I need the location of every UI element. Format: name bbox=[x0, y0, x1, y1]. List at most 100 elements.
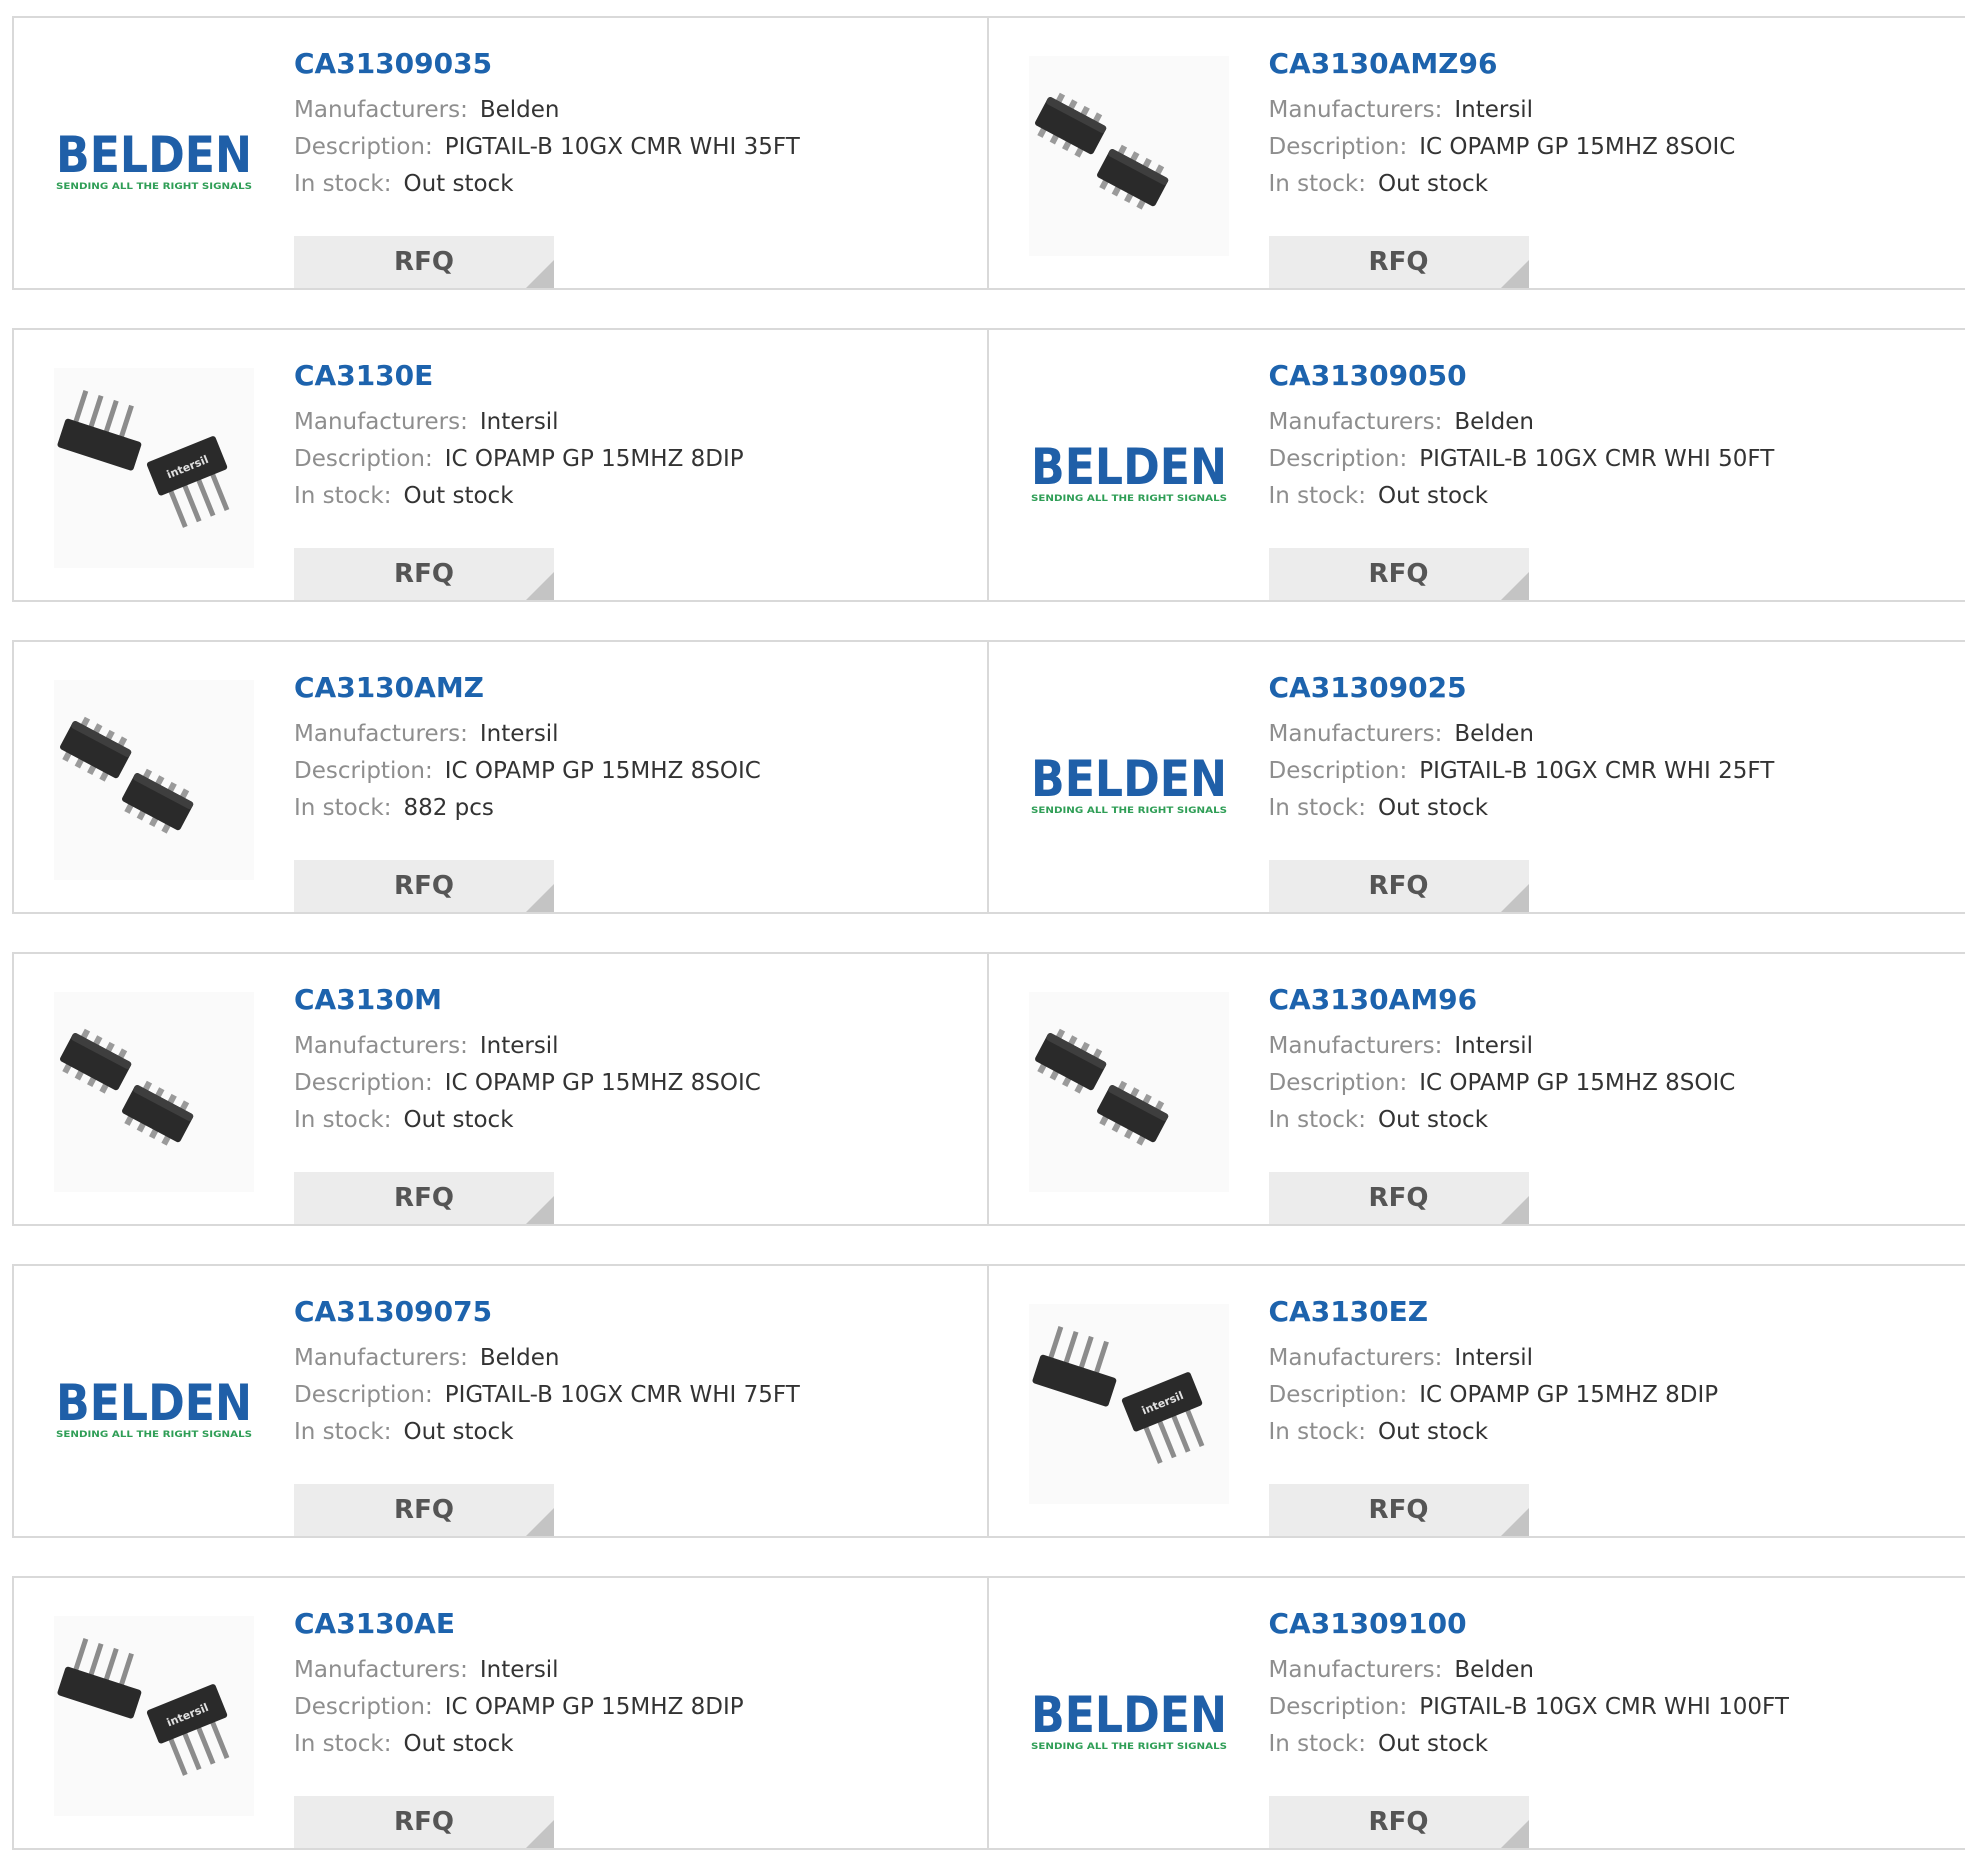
soic-chip-image[interactable] bbox=[54, 680, 254, 880]
manufacturer-line: Manufacturers: Belden bbox=[294, 1340, 967, 1377]
description-label: Description: bbox=[294, 1382, 433, 1408]
stock-value: Out stock bbox=[1378, 171, 1488, 197]
belden-logo-image[interactable]: BELDENSENDING ALL THE RIGHT SIGNALS bbox=[54, 1304, 254, 1504]
manufacturer-line: Manufacturers:Belden bbox=[1269, 1652, 1946, 1689]
product-info: CA3130EZManufacturers:Intersil Descriptio… bbox=[1269, 1294, 1946, 1451]
belden-logo-image[interactable]: BELDENSENDING ALL THE RIGHT SIGNALS bbox=[1029, 680, 1229, 880]
product-info: CA3130AMZManufacturers:IntersilDescripti… bbox=[294, 670, 967, 827]
description-line: Description:PIGTAIL-B 10GX CMR WHI 75FT bbox=[294, 1377, 967, 1414]
product-row: BELDENSENDING ALL THE RIGHT SIGNALS CA313… bbox=[12, 1264, 1965, 1538]
manufacturer-value: Belden bbox=[1454, 409, 1534, 435]
product-card: BELDENSENDING ALL THE RIGHT SIGNALS CA313… bbox=[989, 330, 1965, 600]
manufacturer-value: Intersil bbox=[480, 721, 559, 747]
stock-line: In stock:Out stock bbox=[294, 1414, 967, 1451]
product-info: CA31309025Manufacturers:Belden Descriptio… bbox=[1269, 670, 1946, 827]
product-row: intersilCA3130EManufacturers:IntersilDes… bbox=[12, 328, 1965, 602]
description-label: Description: bbox=[294, 758, 433, 784]
belden-logo-image[interactable]: BELDENSENDING ALL THE RIGHT SIGNALS bbox=[54, 56, 254, 256]
rfq-button[interactable]: RFQ bbox=[294, 1172, 554, 1224]
stock-value: Out stock bbox=[1378, 483, 1488, 509]
manufacturer-value: Belden bbox=[480, 1345, 560, 1371]
rfq-button[interactable]: RFQ bbox=[294, 1484, 554, 1536]
part-number-link[interactable]: CA3130AMZ bbox=[294, 670, 967, 716]
manufacturer-value: Intersil bbox=[1454, 1033, 1533, 1059]
description-value: IC OPAMP GP 15MHZ 8SOIC bbox=[1419, 1070, 1735, 1096]
rfq-button[interactable]: RFQ bbox=[294, 1796, 554, 1848]
part-number-link[interactable]: CA3130EZ bbox=[1269, 1294, 1946, 1340]
corner-triangle-icon bbox=[1501, 260, 1529, 288]
soic-chip-image[interactable] bbox=[1029, 992, 1229, 1192]
stock-value: Out stock bbox=[403, 1731, 513, 1757]
manufacturers-label: Manufacturers: bbox=[294, 409, 468, 435]
manufacturers-label: Manufacturers: bbox=[1269, 1033, 1443, 1059]
dip-chip-image[interactable]: intersil bbox=[54, 368, 254, 568]
product-card: intersil CA3130EZManufacturers:Intersil De… bbox=[989, 1266, 1965, 1536]
part-number-link[interactable]: CA31309035 bbox=[294, 46, 967, 92]
description-label: Description: bbox=[1269, 1694, 1408, 1720]
belden-wordmark: BELDEN bbox=[56, 126, 252, 184]
product-info: CA31309100Manufacturers:Belden Descriptio… bbox=[1269, 1606, 1946, 1763]
soic-chip-image[interactable] bbox=[54, 992, 254, 1192]
stock-value: Out stock bbox=[1378, 1107, 1488, 1133]
manufacturer-line: Manufacturers:Intersil bbox=[1269, 1340, 1946, 1377]
stock-line: In stock:Out stock bbox=[1269, 166, 1946, 203]
manufacturers-label: Manufacturers: bbox=[1269, 409, 1443, 435]
corner-triangle-icon bbox=[526, 1508, 554, 1536]
description-value: IC OPAMP GP 15MHZ 8SOIC bbox=[445, 758, 761, 784]
rfq-button[interactable]: RFQ bbox=[294, 548, 554, 600]
manufacturer-value: Belden bbox=[480, 97, 560, 123]
part-number-link[interactable]: CA31309050 bbox=[1269, 358, 1946, 404]
rfq-button[interactable]: RFQ bbox=[1269, 860, 1529, 912]
stock-label: In stock: bbox=[294, 171, 391, 197]
rfq-button[interactable]: RFQ bbox=[1269, 1484, 1529, 1536]
part-number-link[interactable]: CA31309075 bbox=[294, 1294, 967, 1340]
manufacturer-value: Intersil bbox=[1454, 1345, 1533, 1371]
rfq-button[interactable]: RFQ bbox=[1269, 548, 1529, 600]
part-number-link[interactable]: CA3130AMZ96 bbox=[1269, 46, 1946, 92]
belden-tagline: SENDING ALL THE RIGHT SIGNALS bbox=[1031, 1742, 1227, 1752]
rfq-label: RFQ bbox=[394, 1183, 454, 1213]
corner-triangle-icon bbox=[526, 260, 554, 288]
manufacturer-value: Intersil bbox=[480, 1657, 559, 1683]
rfq-label: RFQ bbox=[1369, 1495, 1429, 1525]
belden-tagline: SENDING ALL THE RIGHT SIGNALS bbox=[1031, 806, 1227, 816]
stock-line: In stock: Out stock bbox=[294, 1726, 967, 1763]
belden-tagline: SENDING ALL THE RIGHT SIGNALS bbox=[1031, 494, 1227, 504]
manufacturers-label: Manufacturers: bbox=[294, 97, 468, 123]
part-number-link[interactable]: CA3130E bbox=[294, 358, 967, 404]
stock-label: In stock: bbox=[294, 1731, 391, 1757]
manufacturer-value: Intersil bbox=[480, 1033, 559, 1059]
description-line: Description:IC OPAMP GP 15MHZ 8DIP bbox=[294, 441, 967, 478]
belden-logo-image[interactable]: BELDENSENDING ALL THE RIGHT SIGNALS bbox=[1029, 368, 1229, 568]
description-label: Description: bbox=[1269, 1382, 1408, 1408]
description-label: Description: bbox=[294, 1070, 433, 1096]
part-number-link[interactable]: CA31309025 bbox=[1269, 670, 1946, 716]
stock-label: In stock: bbox=[1269, 1419, 1366, 1445]
product-card: BELDENSENDING ALL THE RIGHT SIGNALS CA313… bbox=[12, 18, 989, 288]
stock-line: In stock:Out stock bbox=[294, 478, 967, 515]
description-label: Description: bbox=[1269, 758, 1408, 784]
belden-wordmark: BELDEN bbox=[1031, 750, 1227, 808]
dip-chip-image[interactable]: intersil bbox=[1029, 1304, 1229, 1504]
rfq-button[interactable]: RFQ bbox=[1269, 1172, 1529, 1224]
stock-line: In stock:882 pcs bbox=[294, 790, 967, 827]
product-info: CA3130AMZ96Manufacturers:IntersilDescrip… bbox=[1269, 46, 1946, 203]
manufacturers-label: Manufacturers: bbox=[294, 1345, 468, 1371]
dip-chip-image[interactable]: intersil bbox=[54, 1616, 254, 1816]
belden-logo-image[interactable]: BELDENSENDING ALL THE RIGHT SIGNALS bbox=[1029, 1616, 1229, 1816]
rfq-button[interactable]: RFQ bbox=[1269, 236, 1529, 288]
soic-chip-image[interactable] bbox=[1029, 56, 1229, 256]
manufacturer-line: Manufacturers:Belden bbox=[1269, 716, 1946, 753]
stock-label: In stock: bbox=[1269, 1107, 1366, 1133]
part-number-link[interactable]: CA3130AE bbox=[294, 1606, 967, 1652]
rfq-button[interactable]: RFQ bbox=[294, 236, 554, 288]
manufacturers-label: Manufacturers: bbox=[1269, 1657, 1443, 1683]
description-line: Description:IC OPAMP GP 15MHZ 8SOIC bbox=[1269, 129, 1946, 166]
rfq-button[interactable]: RFQ bbox=[294, 860, 554, 912]
part-number-link[interactable]: CA3130AM96 bbox=[1269, 982, 1946, 1028]
part-number-link[interactable]: CA3130M bbox=[294, 982, 967, 1028]
corner-triangle-icon bbox=[526, 572, 554, 600]
stock-label: In stock: bbox=[1269, 483, 1366, 509]
rfq-button[interactable]: RFQ bbox=[1269, 1796, 1529, 1848]
part-number-link[interactable]: CA31309100 bbox=[1269, 1606, 1946, 1652]
